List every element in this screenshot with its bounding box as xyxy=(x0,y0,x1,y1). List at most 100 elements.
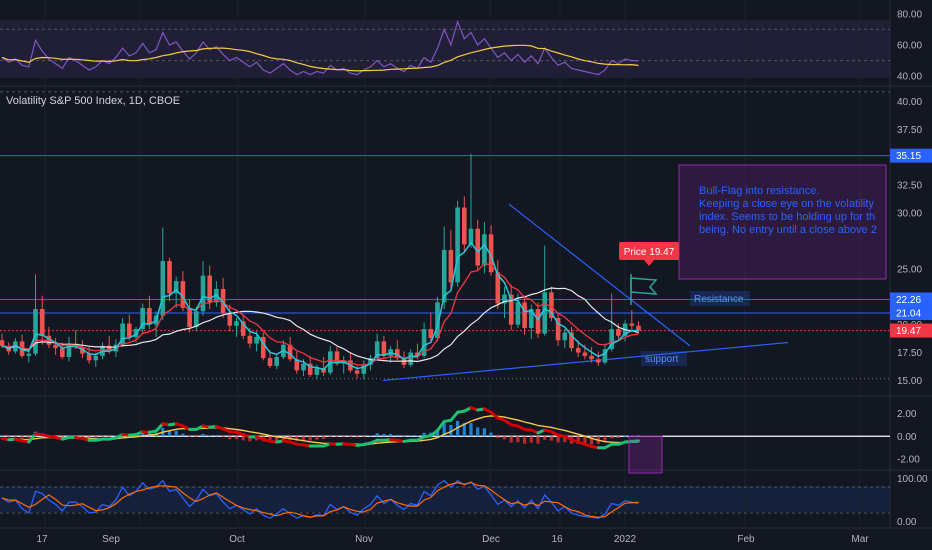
candle-body-14 xyxy=(93,355,99,361)
macd-bar-48 xyxy=(322,436,326,440)
candle-body-47 xyxy=(314,368,320,375)
macd-bar-55 xyxy=(368,435,373,437)
candle-body-4 xyxy=(26,353,32,356)
rsi-tick-2: 40.00 xyxy=(897,72,922,83)
note-line-3: index. Seems to be holding up for th xyxy=(699,211,875,223)
candle-body-29 xyxy=(194,311,199,327)
candle-body-89 xyxy=(596,359,601,363)
macd-bar-51 xyxy=(342,436,346,438)
note-line-4: being. No entry until a close above 2 xyxy=(699,224,877,236)
support-label[interactable]: support xyxy=(641,351,687,366)
macd-bar-79 xyxy=(529,436,533,443)
note-box[interactable]: Bull-Flag into resistance. Keeping a clo… xyxy=(678,164,887,280)
candle-body-22 xyxy=(147,307,152,325)
price-tick-7: 17.50 xyxy=(897,348,922,359)
candle-body-87 xyxy=(582,352,588,356)
x-tick-0: 17 xyxy=(36,534,48,545)
candle-body-86 xyxy=(575,348,581,353)
level-tag-label-2: 21.04 xyxy=(896,309,921,320)
macd-bar-33 xyxy=(221,436,225,438)
candle-body-34 xyxy=(227,313,233,326)
rsi-band xyxy=(0,20,890,78)
chart-window[interactable]: 40.0037.5035.0032.5030.0025.0020.0017.50… xyxy=(0,0,932,550)
resistance-label[interactable]: Resistance xyxy=(690,291,750,306)
x-tick-3: Nov xyxy=(355,534,373,545)
stoch-tick-0: 100.00 xyxy=(897,474,928,485)
x-tick-8: Mar xyxy=(851,534,869,545)
macd-bar-28 xyxy=(188,436,192,438)
macd-bar-14 xyxy=(94,436,98,438)
macd-bar-57 xyxy=(382,433,386,437)
macd-bar-31 xyxy=(208,435,212,437)
macd-tick-1: 0.00 xyxy=(897,432,917,443)
macd-bar-26 xyxy=(174,430,178,437)
candle-body-38 xyxy=(254,336,259,344)
level-tag-label-3: 19.47 xyxy=(896,326,921,337)
candle-body-30 xyxy=(200,275,206,312)
x-tick-5: 16 xyxy=(551,534,563,545)
macd-bar-92 xyxy=(616,436,620,438)
candle-body-28 xyxy=(187,307,192,327)
macd-bar-47 xyxy=(315,436,319,440)
macd-bar-77 xyxy=(516,436,520,443)
candle-body-45 xyxy=(301,363,306,371)
macd-bar-72 xyxy=(482,428,486,437)
candle-body-95 xyxy=(636,325,641,331)
rsi-tick-1: 60.00 xyxy=(897,41,922,52)
macd-bar-61 xyxy=(409,435,413,437)
macd-bar-29 xyxy=(194,436,198,438)
macd-bar-81 xyxy=(543,436,547,440)
macd-bar-82 xyxy=(549,436,553,441)
x-tick-6: 2022 xyxy=(614,534,637,545)
candle-body-84 xyxy=(562,332,568,341)
candle-body-92 xyxy=(616,329,621,336)
macd-bar-0 xyxy=(0,436,4,438)
x-tick-4: Dec xyxy=(482,534,500,545)
price-tick-5: 25.00 xyxy=(897,264,922,275)
candle-body-71 xyxy=(475,228,480,266)
macd-bar-74 xyxy=(496,436,500,438)
candle-body-67 xyxy=(448,249,454,283)
macd-bar-34 xyxy=(228,436,232,440)
macd-bar-76 xyxy=(509,436,513,443)
candle-body-37 xyxy=(247,335,253,344)
candle-body-94 xyxy=(629,323,635,326)
macd-bar-32 xyxy=(214,435,218,437)
macd-bar-71 xyxy=(476,427,480,437)
macd-bar-15 xyxy=(100,436,105,438)
macd-bar-58 xyxy=(389,433,393,437)
x-tick-1: Sep xyxy=(102,534,120,545)
macd-bar-93 xyxy=(623,435,627,437)
macd-bar-78 xyxy=(523,436,527,444)
macd-bar-59 xyxy=(395,434,399,437)
level-tag-label-0: 35.15 xyxy=(896,151,921,162)
price-tick-3: 32.50 xyxy=(897,181,922,192)
candle-body-78 xyxy=(522,302,527,328)
macd-bar-53 xyxy=(355,436,359,438)
macd-bar-62 xyxy=(415,435,419,437)
candle-body-57 xyxy=(381,341,387,356)
macd-bar-36 xyxy=(241,436,245,441)
price-callout-label: Price 19.47 xyxy=(624,247,675,258)
macd-bar-45 xyxy=(301,436,306,441)
support-text: support xyxy=(645,354,679,365)
price-tick-0: 40.00 xyxy=(897,97,922,108)
x-tick-2: Oct xyxy=(229,534,245,545)
level-tag-label-1: 22.26 xyxy=(896,295,921,306)
macd-bar-60 xyxy=(402,436,406,437)
candle-body-88 xyxy=(589,355,594,360)
chart-canvas[interactable]: 40.0037.5035.0032.5030.0025.0020.0017.50… xyxy=(0,0,932,550)
macd-tick-2: -2.00 xyxy=(897,455,920,466)
candle-body-68 xyxy=(455,207,460,283)
macd-bar-1 xyxy=(7,436,11,438)
macd-bar-54 xyxy=(362,436,366,438)
macd-bar-80 xyxy=(536,436,540,444)
macd-bar-91 xyxy=(610,436,614,439)
rsi-tick-0: 80.00 xyxy=(897,9,922,20)
stoch-tick-1: 0.00 xyxy=(897,517,917,528)
candle-body-40 xyxy=(267,358,273,366)
macd-highlight-box[interactable] xyxy=(628,435,663,474)
stoch-band xyxy=(0,486,890,512)
candle-body-0 xyxy=(0,340,5,346)
macd-bar-70 xyxy=(469,422,473,437)
